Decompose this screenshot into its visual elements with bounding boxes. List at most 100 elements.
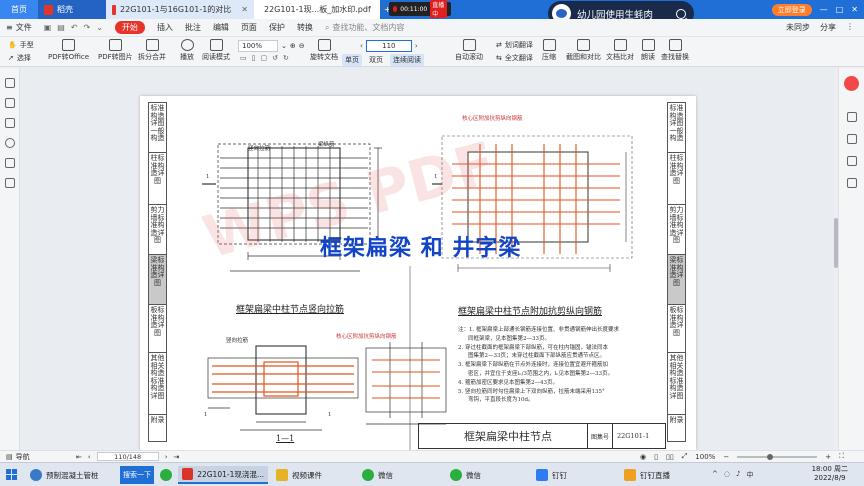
- menu-page[interactable]: 页面: [241, 22, 257, 33]
- share-button[interactable]: 分享: [820, 22, 836, 33]
- doc-compare-button[interactable]: 文档比对: [606, 39, 634, 62]
- share-icon[interactable]: [847, 156, 857, 166]
- clock[interactable]: 18:00 周二 2022/8/9: [812, 465, 848, 483]
- close-icon[interactable]: ✕: [241, 5, 248, 14]
- first-page-icon[interactable]: ⇤: [76, 453, 82, 461]
- play-button[interactable]: 播放: [180, 39, 194, 62]
- taskbar-item-wps-pdf[interactable]: 22G101-1现浇混...: [178, 466, 268, 484]
- zoom-in-icon[interactable]: ⊕: [290, 42, 296, 50]
- fit-page-icon[interactable]: ▯: [252, 54, 256, 62]
- close-window-icon[interactable]: ✕: [851, 5, 858, 14]
- navigation-toggle[interactable]: ▤ 导航: [6, 452, 30, 462]
- next-page-icon[interactable]: ›: [165, 453, 168, 461]
- taskbar-search[interactable]: 搜索一下: [120, 466, 154, 484]
- prev-page-icon[interactable]: ‹: [360, 42, 363, 50]
- taskbar-item-app[interactable]: [156, 466, 176, 484]
- ime-icon[interactable]: 中: [746, 470, 753, 480]
- file-menu[interactable]: ≡ 文件: [6, 22, 32, 33]
- word-translate-button[interactable]: ⇄ 划词翻译: [496, 40, 533, 50]
- volume-icon[interactable]: ♪: [736, 470, 740, 480]
- compress-button[interactable]: 压缩: [542, 39, 556, 62]
- menu-start[interactable]: 开始: [114, 21, 145, 34]
- single-page-button[interactable]: 单页: [342, 54, 362, 66]
- search-icon[interactable]: [676, 8, 686, 19]
- read-mode-button[interactable]: 阅读模式: [202, 39, 230, 62]
- pdf-to-image-button[interactable]: PDF转图片: [98, 39, 133, 62]
- menu-convert[interactable]: 转换: [297, 22, 313, 33]
- zoom-slider-knob[interactable]: [767, 453, 774, 460]
- select-tool[interactable]: ➚ 选择: [8, 53, 31, 63]
- signature-icon[interactable]: [5, 178, 15, 188]
- page-number-input[interactable]: 110: [365, 40, 412, 52]
- screenshot-compare-button[interactable]: 截图和对比: [566, 39, 601, 62]
- taskbar-item-folder[interactable]: 视频课件: [272, 466, 326, 484]
- last-page-icon[interactable]: ⇥: [174, 453, 180, 461]
- auto-scroll-button[interactable]: 自动滚动: [455, 39, 483, 62]
- attachment-icon[interactable]: [5, 158, 15, 168]
- edit-icon[interactable]: [847, 134, 857, 144]
- image-icon[interactable]: [5, 98, 15, 108]
- fit-icon[interactable]: ⤢: [682, 452, 688, 461]
- taskbar-item-wechat-2[interactable]: 微信: [446, 466, 485, 484]
- rotate-left-icon[interactable]: ↺: [272, 54, 278, 62]
- eye-icon[interactable]: ◉: [640, 453, 646, 461]
- tab-current-pdf[interactable]: 22G101-1现...板_加水印.pdf ✕: [254, 0, 387, 19]
- zoom-select[interactable]: 100%: [238, 40, 278, 52]
- fit-width-icon[interactable]: ▭: [240, 54, 247, 62]
- function-search[interactable]: ⌕ 查找功能、文档内容: [325, 22, 404, 33]
- tab-home[interactable]: 首页: [0, 0, 38, 19]
- windows-start-icon[interactable]: [6, 469, 18, 481]
- more-icon[interactable]: ⋮: [846, 22, 854, 33]
- zoom-slider[interactable]: [737, 453, 818, 460]
- recorder-widget[interactable]: 00:11:00 直播中: [389, 0, 451, 18]
- continuous-read-button[interactable]: 连续阅读: [390, 54, 424, 66]
- menu-edit[interactable]: 编辑: [213, 22, 229, 33]
- pdf-page[interactable]: 标准构造详图一般构造 柱标准构造详图 剪力墙标准构造详图 梁标准构造详图 板标准…: [140, 96, 696, 450]
- sync-status[interactable]: 未同步: [786, 22, 810, 33]
- tab-daoke[interactable]: 稻壳: [38, 0, 106, 19]
- menu-insert[interactable]: 插入: [157, 22, 173, 33]
- fullscreen-icon[interactable]: ⛶: [839, 452, 844, 461]
- pdf-to-office-button[interactable]: PDF转Office: [48, 39, 89, 62]
- chevron-down-icon[interactable]: ⌄: [281, 42, 287, 50]
- rotate-right-icon[interactable]: ↻: [283, 54, 289, 62]
- taskbar-item-dingtalk[interactable]: 钉钉: [532, 466, 571, 484]
- redo-icon[interactable]: ↷: [84, 23, 91, 32]
- taskbar-item-dingtalk-live[interactable]: 钉钉直播: [620, 466, 674, 484]
- hand-tool[interactable]: ✋ 手型: [8, 40, 34, 50]
- maximize-icon[interactable]: □: [836, 5, 844, 14]
- status-zoom[interactable]: 100%: [695, 453, 715, 461]
- menu-annotate[interactable]: 批注: [185, 22, 201, 33]
- thumbnail-icon[interactable]: [5, 78, 15, 88]
- chevron-down-icon[interactable]: ⌄: [96, 23, 103, 32]
- login-button[interactable]: 立即登录: [771, 3, 812, 16]
- network-icon[interactable]: ◌: [724, 470, 730, 480]
- status-page-input[interactable]: 110/148: [96, 452, 159, 461]
- menu-protect[interactable]: 保护: [269, 22, 285, 33]
- full-translate-button[interactable]: ⇆ 全文翻译: [496, 53, 533, 63]
- ai-assistant-icon[interactable]: [844, 76, 859, 91]
- find-replace-button[interactable]: 查找替换: [661, 39, 689, 62]
- undo-icon[interactable]: ↶: [71, 23, 78, 32]
- taskbar-item-wechat[interactable]: 微信: [358, 466, 397, 484]
- minimize-icon[interactable]: —: [820, 5, 828, 14]
- zoom-in-icon[interactable]: +: [825, 453, 831, 461]
- prev-page-icon[interactable]: ‹: [88, 453, 91, 461]
- split-merge-button[interactable]: 拆分合并: [138, 39, 166, 62]
- double-view-icon[interactable]: ▯▯: [666, 453, 674, 461]
- tab-compare-doc[interactable]: 22G101-1与16G101-1的对比 ✕: [106, 0, 254, 19]
- print-icon[interactable]: ▤: [57, 23, 65, 32]
- zoom-out-icon[interactable]: ⊖: [299, 42, 305, 50]
- tray-up-icon[interactable]: ^: [712, 470, 718, 480]
- bookmark-icon[interactable]: [5, 118, 15, 128]
- actual-size-icon[interactable]: ▢: [260, 54, 267, 62]
- save-icon[interactable]: ▣: [44, 23, 52, 32]
- double-page-button[interactable]: 双页: [366, 54, 386, 66]
- next-page-icon[interactable]: ›: [415, 42, 418, 50]
- comment-icon[interactable]: [5, 138, 15, 148]
- taskbar-item-browser[interactable]: 预制混凝土管桩: [26, 466, 103, 484]
- zoom-out-icon[interactable]: −: [723, 453, 729, 461]
- single-view-icon[interactable]: ▯: [654, 453, 658, 461]
- settings-icon[interactable]: [847, 178, 857, 188]
- rotate-doc-button[interactable]: 旋转文档: [310, 39, 338, 62]
